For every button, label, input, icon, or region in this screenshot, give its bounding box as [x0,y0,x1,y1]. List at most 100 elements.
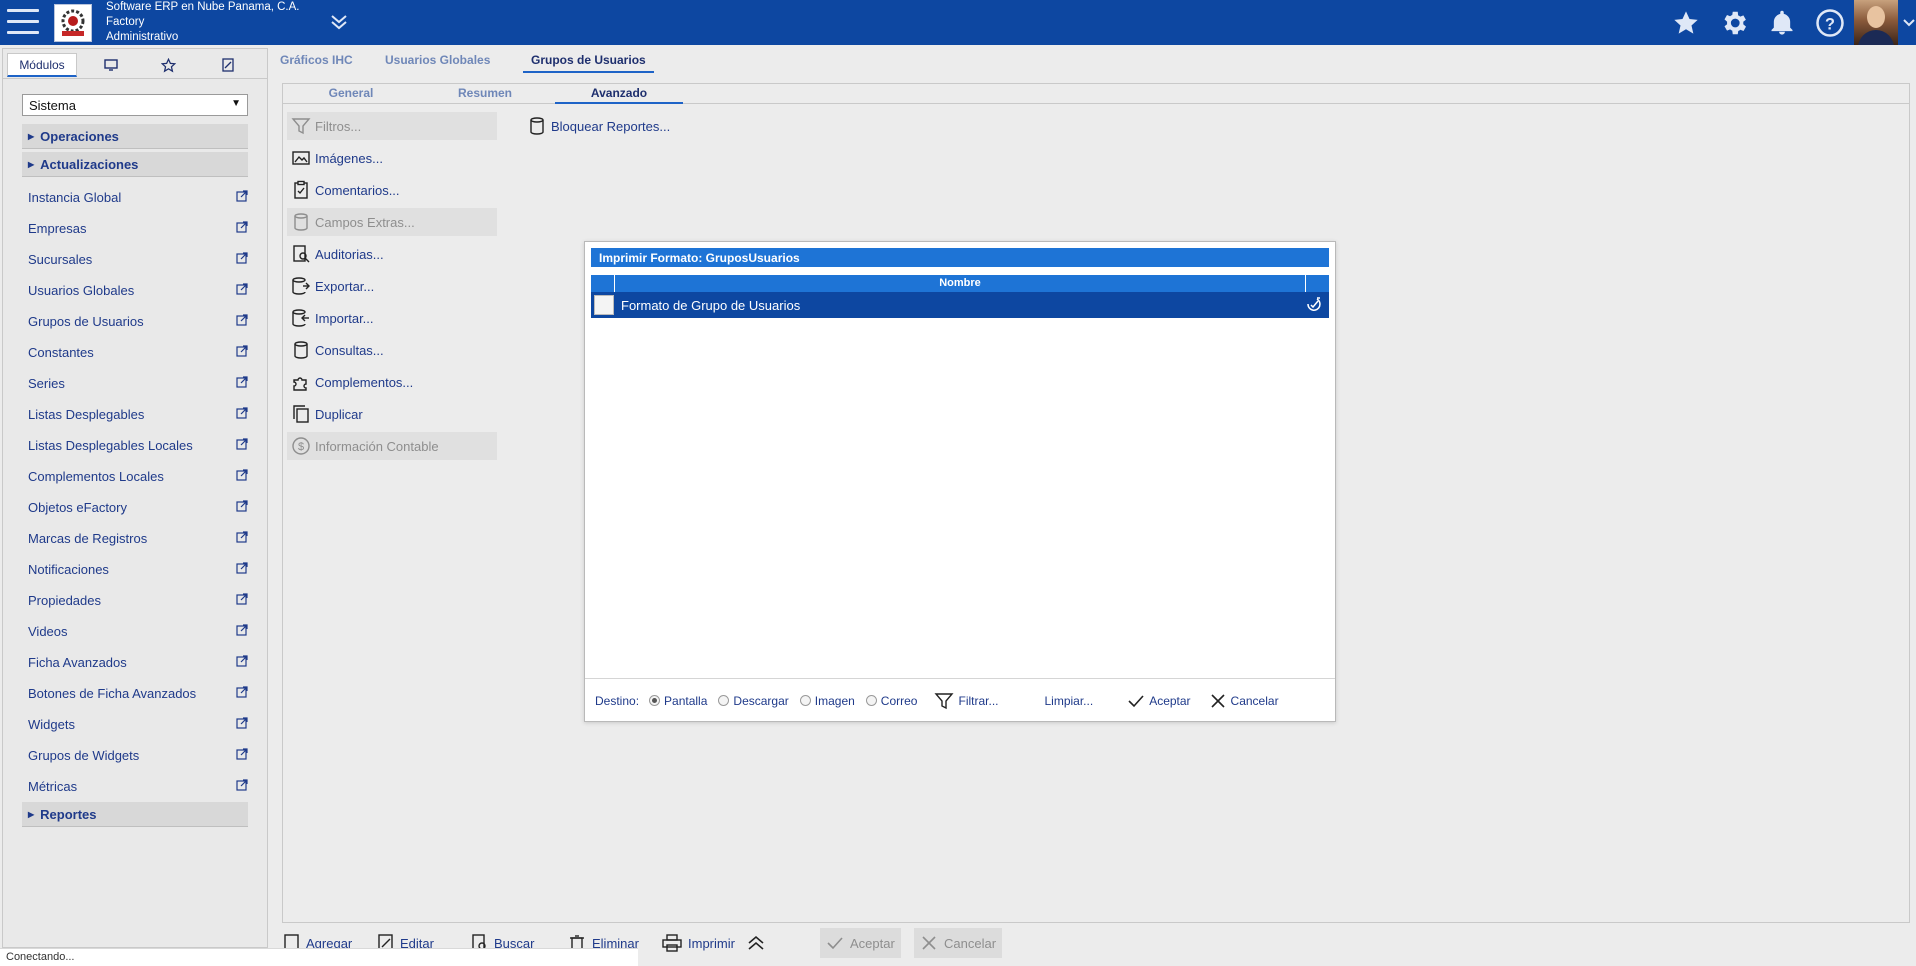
external-link-icon[interactable] [236,437,248,453]
importar-action[interactable]: Importar... [287,304,497,332]
tab-usuarios-globales[interactable]: Usuarios Globales [385,53,490,73]
external-link-icon[interactable] [236,654,248,670]
radio-imagen[interactable]: Imagen [799,694,855,708]
menu-icon[interactable] [7,9,39,35]
printer-icon [662,934,682,952]
sidebar-item[interactable]: Propiedades [28,589,248,611]
sidebar-item[interactable]: Grupos de Widgets [28,744,248,766]
sidebar-item[interactable]: Usuarios Globales [28,279,248,301]
monitor-icon[interactable] [91,53,131,77]
duplicar-action[interactable]: Duplicar [287,400,497,428]
subtab-avanzado[interactable]: Avanzado [555,86,683,104]
sidebar-item[interactable]: Grupos de Usuarios [28,310,248,332]
cancelar-button[interactable]: Cancelar [1209,692,1279,710]
imprimir-button[interactable]: Imprimir [662,928,735,958]
sidebar-item[interactable]: Series [28,372,248,394]
table-row[interactable]: Formato de Grupo de Usuarios [591,292,1329,318]
radio-correo[interactable]: Correo [865,694,917,708]
external-link-icon[interactable] [236,778,248,794]
informacion-contable-action[interactable]: $ Información Contable [287,432,497,460]
limpiar-button[interactable]: Limpiar... [1045,694,1094,708]
sidebar-item[interactable]: Objetos eFactory [28,496,248,518]
radio-button[interactable] [865,695,877,706]
edit-icon[interactable] [208,53,248,77]
radio-button[interactable] [649,695,661,706]
sidebar-item[interactable]: Ficha Avanzados [28,651,248,673]
radio-button[interactable] [718,695,730,706]
external-link-icon[interactable] [236,375,248,391]
svg-text:$: $ [298,441,304,453]
module-select[interactable]: Sistema ▼ [22,94,248,116]
row-checkbox[interactable] [594,295,614,315]
module-select-value: Sistema [29,98,76,113]
complementos-action[interactable]: Complementos... [287,368,497,396]
external-link-icon[interactable] [236,561,248,577]
external-link-icon[interactable] [236,220,248,236]
external-link-icon[interactable] [236,344,248,360]
external-link-icon[interactable] [236,313,248,329]
external-link-icon[interactable] [236,251,248,267]
double-chevron-down-icon[interactable] [328,10,350,32]
section-actualizaciones[interactable]: ▶ Actualizaciones [22,152,248,177]
radio-pantalla[interactable]: Pantalla [649,694,707,708]
header-select-cell[interactable] [591,275,615,292]
radio-descargar[interactable]: Descargar [718,694,789,708]
campos-extras-action[interactable]: Campos Extras... [287,208,497,236]
auditorias-action[interactable]: Auditorias... [287,240,497,268]
sidebar-item[interactable]: Constantes [28,341,248,363]
edit-format-icon[interactable] [1305,296,1323,317]
sidebar-item[interactable]: Widgets [28,713,248,735]
exportar-action[interactable]: Exportar... [287,272,497,300]
sidebar-item[interactable]: Listas Desplegables [28,403,248,425]
sidebar-item[interactable]: Notificaciones [28,558,248,580]
sidebar-item[interactable]: Botones de Ficha Avanzados [28,682,248,704]
external-link-icon[interactable] [236,716,248,732]
avatar[interactable] [1854,0,1898,45]
section-operaciones[interactable]: ▶ Operaciones [22,124,248,149]
tab-graficos-ihc[interactable]: Gráficos IHC [280,53,353,73]
sidebar-item[interactable]: Sucursales [28,248,248,270]
sidebar-item[interactable]: Métricas [28,775,248,797]
external-link-icon[interactable] [236,685,248,701]
tab-modulos[interactable]: Módulos [7,53,77,77]
sidebar-item[interactable]: Empresas [28,217,248,239]
external-link-icon[interactable] [236,406,248,422]
filtrar-button[interactable]: Filtrar... [934,691,999,711]
sidebar-item[interactable]: Videos [28,620,248,642]
filtros-action[interactable]: Filtros... [287,112,497,140]
subtab-general[interactable]: General [291,86,411,104]
sidebar-item-label: Sucursales [28,251,93,267]
sidebar-item[interactable]: Listas Desplegables Locales [28,434,248,456]
sidebar-item[interactable]: Complementos Locales [28,465,248,487]
help-icon[interactable]: ? [1806,0,1854,45]
external-link-icon[interactable] [236,282,248,298]
aceptar-button[interactable]: Aceptar [1127,692,1191,710]
tab-grupos-de-usuarios[interactable]: Grupos de Usuarios [523,53,654,73]
external-link-icon[interactable] [236,592,248,608]
sidebar-item[interactable]: Marcas de Registros [28,527,248,549]
external-link-icon[interactable] [236,468,248,484]
bloquear-reportes-action[interactable]: Bloquear Reportes... [523,112,723,140]
subtab-resumen[interactable]: Resumen [425,86,545,104]
chevron-down-icon[interactable] [1902,0,1916,45]
comentarios-action[interactable]: Comentarios... [287,176,497,204]
gear-icon[interactable] [1710,0,1758,45]
consultas-action[interactable]: Consultas... [287,336,497,364]
button-label: Cancelar [944,935,997,951]
star-icon[interactable] [1662,0,1710,45]
external-link-icon[interactable] [236,530,248,546]
double-chevron-up-icon[interactable] [746,928,772,958]
column-nombre[interactable]: Nombre [615,277,1305,289]
external-link-icon[interactable] [236,499,248,515]
external-link-icon[interactable] [236,747,248,763]
sidebar-item[interactable]: Instancia Global [28,186,248,208]
toolbar-aceptar-button[interactable]: Aceptar [820,928,901,958]
section-reportes[interactable]: ▶ Reportes [22,802,248,827]
bell-icon[interactable] [1758,0,1806,45]
toolbar-cancelar-button[interactable]: Cancelar [914,928,1003,958]
imagenes-action[interactable]: Imágenes... [287,144,497,172]
favorites-star-icon[interactable] [148,53,188,77]
external-link-icon[interactable] [236,189,248,205]
radio-button[interactable] [799,695,811,706]
external-link-icon[interactable] [236,623,248,639]
